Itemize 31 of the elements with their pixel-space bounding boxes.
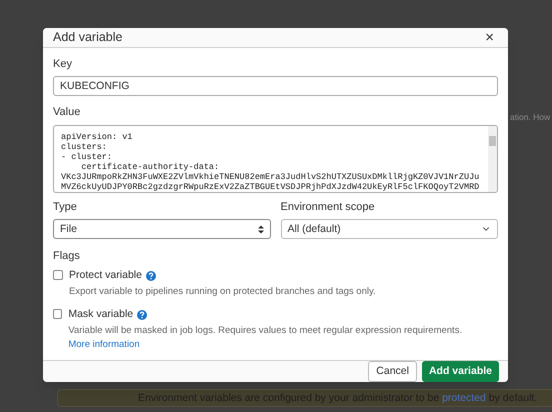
sort-icon <box>258 224 264 234</box>
value-label: Value <box>53 105 82 120</box>
page-text: ation. How <box>510 111 550 124</box>
cancel-button[interactable]: Cancel <box>368 361 417 382</box>
scope-label: Environment scope <box>280 200 376 215</box>
type-label: Type <box>53 200 78 215</box>
help-icon[interactable] <box>146 270 156 281</box>
code-line: VKc3JURmpoRkZHN3FuWXE2ZVlmVkhieTNENU82emEra3JudHlvS2hUTXZUSUxDMkllRjgKZ0VJV1NrZUJu <box>61 172 480 182</box>
checkbox-label: Protect variable <box>69 268 142 283</box>
checkbox[interactable] <box>53 270 63 280</box>
code-line: - cluster: <box>61 152 112 162</box>
code-line: clusters: <box>61 142 107 152</box>
checkbox-label: Mask variable <box>68 306 134 322</box>
key-label: Key <box>53 56 73 72</box>
more-information-link[interactable]: More information <box>68 338 140 350</box>
close-button[interactable]: × <box>481 30 498 45</box>
type-select[interactable]: File <box>53 219 270 240</box>
key-input[interactable]: KUBECONFIG <box>53 76 498 96</box>
code-line: apiVersion: v1 <box>61 132 132 142</box>
scope-select[interactable]: All (default) <box>280 219 498 240</box>
help-icon[interactable] <box>137 310 148 320</box>
add-variable-button[interactable]: Add variable <box>422 361 499 382</box>
scrollbar[interactable] <box>488 126 497 192</box>
dialog-title: Add variable <box>53 29 122 46</box>
checkbox[interactable] <box>53 308 62 319</box>
code-line: certificate-authority-data: <box>80 162 220 172</box>
flag-description: Variable will be masked in job logs. Requires values to meet regular expression requirements. More information <box>68 324 464 352</box>
flag-description: Export variable to pipelines running on protected branches and tags only. <box>69 284 376 298</box>
code-line: MVZ6ckUyUDJPY0RBc2gzdzgrRWpuRzExV2ZaZTBGUEtVSDJPRjhPdXJzdW42UkEyRlF5clFKOQoyT2VMRD <box>61 182 480 192</box>
flags-label: Flags <box>53 249 81 264</box>
value-textarea[interactable] <box>53 124 498 193</box>
